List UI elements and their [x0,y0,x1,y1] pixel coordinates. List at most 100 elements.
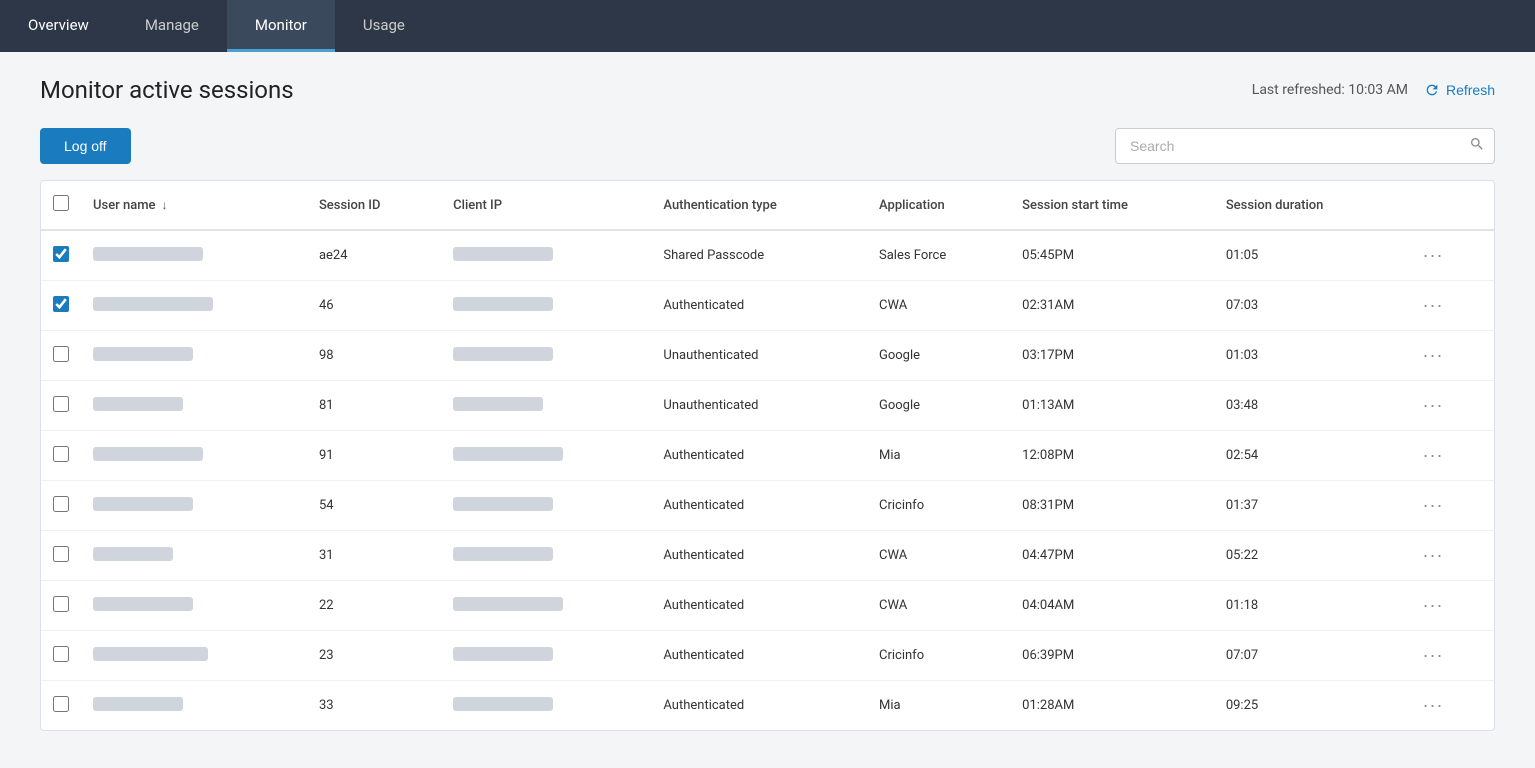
cell-actions[interactable]: ··· [1405,281,1494,331]
select-all-checkbox[interactable] [53,195,69,211]
row-checkbox-cell[interactable] [41,631,81,681]
row-actions-button[interactable]: ··· [1417,243,1450,268]
nav-item-monitor[interactable]: Monitor [227,0,335,52]
row-checkbox[interactable] [53,446,69,462]
table-row: 91AuthenticatedMia12:08PM02:54··· [41,431,1494,481]
table-row: 98UnauthenticatedGoogle03:17PM01:03··· [41,331,1494,381]
cell-actions[interactable]: ··· [1405,431,1494,481]
search-input[interactable] [1115,128,1495,164]
row-checkbox-cell[interactable] [41,381,81,431]
col-application[interactable]: Application [867,181,1010,230]
cell-username [81,581,307,631]
row-actions-button[interactable]: ··· [1417,343,1450,368]
page-title: Monitor active sessions [40,76,294,104]
cell-username [81,681,307,731]
row-actions-button[interactable]: ··· [1417,493,1450,518]
nav-item-usage[interactable]: Usage [335,0,433,52]
row-checkbox[interactable] [53,396,69,412]
cell-username [81,431,307,481]
row-checkbox-cell[interactable] [41,431,81,481]
row-checkbox[interactable] [53,596,69,612]
refresh-label: Refresh [1446,82,1495,98]
cell-client-ip [441,631,651,681]
cell-session-id: 33 [307,681,441,731]
cell-client-ip [441,230,651,281]
cell-application: Sales Force [867,230,1010,281]
row-checkbox[interactable] [53,696,69,712]
cell-actions[interactable]: ··· [1405,331,1494,381]
cell-actions[interactable]: ··· [1405,230,1494,281]
col-application-label: Application [879,198,945,213]
row-checkbox-cell[interactable] [41,581,81,631]
col-client-ip[interactable]: Client IP [441,181,651,230]
sessions-table: User name ↓ Session ID Client IP Authent… [40,180,1495,731]
cell-actions[interactable]: ··· [1405,481,1494,531]
cell-auth-type: Unauthenticated [651,381,867,431]
row-checkbox[interactable] [53,296,69,312]
cell-duration: 09:25 [1214,681,1405,731]
row-checkbox[interactable] [53,346,69,362]
row-actions-button[interactable]: ··· [1417,593,1450,618]
cell-application: CWA [867,531,1010,581]
row-actions-button[interactable]: ··· [1417,393,1450,418]
cell-actions[interactable]: ··· [1405,531,1494,581]
col-auth-type[interactable]: Authentication type [651,181,867,230]
cell-auth-type: Authenticated [651,431,867,481]
cell-auth-type: Authenticated [651,481,867,531]
col-start-time[interactable]: Session start time [1010,181,1214,230]
col-duration-label: Session duration [1226,198,1324,213]
search-box [1115,128,1495,164]
cell-session-id: 81 [307,381,441,431]
row-actions-button[interactable]: ··· [1417,543,1450,568]
row-checkbox[interactable] [53,246,69,262]
table-row: 22AuthenticatedCWA04:04AM01:18··· [41,581,1494,631]
row-checkbox[interactable] [53,646,69,662]
refresh-button[interactable]: Refresh [1424,82,1495,98]
cell-username [81,230,307,281]
nav-item-manage[interactable]: Manage [117,0,227,52]
table-row: 33AuthenticatedMia01:28AM09:25··· [41,681,1494,731]
row-checkbox-cell[interactable] [41,281,81,331]
row-actions-button[interactable]: ··· [1417,443,1450,468]
cell-client-ip [441,281,651,331]
cell-application: Cricinfo [867,481,1010,531]
cell-client-ip [441,431,651,481]
row-checkbox-cell[interactable] [41,531,81,581]
cell-actions[interactable]: ··· [1405,631,1494,681]
cell-application: CWA [867,581,1010,631]
cell-start-time: 08:31PM [1010,481,1214,531]
cell-client-ip [441,481,651,531]
row-checkbox-cell[interactable] [41,681,81,731]
col-duration[interactable]: Session duration [1214,181,1405,230]
cell-duration: 01:18 [1214,581,1405,631]
cell-username [81,331,307,381]
row-actions-button[interactable]: ··· [1417,643,1450,668]
row-checkbox[interactable] [53,496,69,512]
cell-duration: 01:37 [1214,481,1405,531]
table-row: ae24Shared PasscodeSales Force05:45PM01:… [41,230,1494,281]
row-checkbox[interactable] [53,546,69,562]
col-username[interactable]: User name ↓ [81,181,307,230]
cell-actions[interactable]: ··· [1405,581,1494,631]
col-session-id[interactable]: Session ID [307,181,441,230]
row-actions-button[interactable]: ··· [1417,693,1450,718]
cell-duration: 03:48 [1214,381,1405,431]
cell-start-time: 12:08PM [1010,431,1214,481]
cell-session-id: 54 [307,481,441,531]
cell-auth-type: Shared Passcode [651,230,867,281]
cell-actions[interactable]: ··· [1405,381,1494,431]
cell-start-time: 01:28AM [1010,681,1214,731]
cell-actions[interactable]: ··· [1405,681,1494,731]
cell-duration: 07:03 [1214,281,1405,331]
row-checkbox-cell[interactable] [41,230,81,281]
row-checkbox-cell[interactable] [41,331,81,381]
cell-username [81,381,307,431]
table-row: 31AuthenticatedCWA04:47PM05:22··· [41,531,1494,581]
cell-start-time: 04:04AM [1010,581,1214,631]
row-checkbox-cell[interactable] [41,481,81,531]
row-actions-button[interactable]: ··· [1417,293,1450,318]
nav-item-overview[interactable]: Overview [0,0,117,52]
cell-duration: 05:22 [1214,531,1405,581]
log-off-button[interactable]: Log off [40,128,131,164]
select-all-checkbox-cell[interactable] [41,181,81,230]
